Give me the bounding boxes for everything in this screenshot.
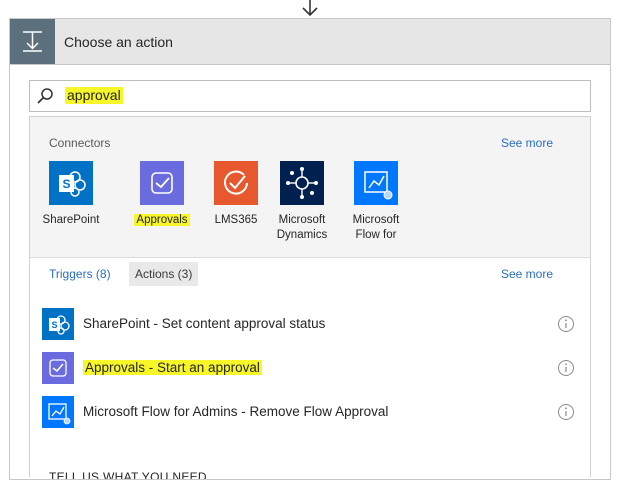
choose-action-card: Choose an action approval Connectors See…	[9, 18, 611, 480]
svg-text:S: S	[51, 320, 57, 330]
down-arrow-icon	[302, 0, 318, 17]
flow-icon	[42, 396, 74, 428]
search-box[interactable]: approval	[29, 80, 591, 112]
info-icon[interactable]	[557, 403, 575, 421]
connector-lms365[interactable]: LMS365	[201, 161, 271, 228]
connector-microsoft-flow-for-admins[interactable]: Microsoft Flow for	[341, 161, 411, 243]
card-title: Choose an action	[64, 34, 173, 50]
tab-actions[interactable]: Actions (3)	[129, 262, 199, 286]
approvals-icon	[140, 161, 184, 205]
connector-label: Microsoft Dynamics	[276, 214, 328, 241]
sharepoint-icon: S	[49, 161, 93, 205]
card-header[interactable]: Choose an action	[10, 19, 610, 65]
connectors-label: Connectors	[49, 136, 111, 150]
info-icon[interactable]	[557, 315, 575, 333]
sharepoint-icon: S	[42, 308, 74, 340]
connector-label: Microsoft Flow for	[352, 214, 400, 241]
action-row[interactable]: S SharePoint - Set content approval stat…	[30, 304, 590, 344]
actions-see-more-link[interactable]: See more	[501, 267, 553, 281]
results-tabs: Triggers (8) Actions (3) See more	[30, 257, 590, 296]
tell-us-link[interactable]: TELL US WHAT YOU NEED	[49, 470, 207, 479]
connector-label: LMS365	[214, 214, 258, 226]
svg-text:S: S	[62, 177, 70, 191]
flow-icon	[354, 161, 398, 205]
info-icon[interactable]	[557, 359, 575, 377]
results-panel: Connectors See more S SharePoint Approva…	[29, 116, 591, 479]
action-row[interactable]: Approvals - Start an approval	[30, 348, 590, 388]
connector-sharepoint[interactable]: S SharePoint	[36, 161, 106, 228]
action-label: Approvals - Start an approval	[83, 360, 262, 375]
tab-triggers[interactable]: Triggers (8)	[49, 267, 111, 281]
action-label: Microsoft Flow for Admins - Remove Flow …	[83, 404, 389, 419]
dynamics-icon	[280, 161, 324, 205]
action-row[interactable]: Microsoft Flow for Admins - Remove Flow …	[30, 392, 590, 432]
action-step-icon	[10, 19, 55, 64]
lms365-icon	[214, 161, 258, 205]
connectors-see-more-link[interactable]: See more	[501, 136, 553, 150]
connectors-section: Connectors See more S SharePoint Approva…	[30, 117, 590, 257]
search-icon	[37, 88, 53, 104]
connector-label: SharePoint	[42, 214, 100, 226]
connector-approvals[interactable]: Approvals	[127, 161, 197, 228]
connector-label: Approvals	[134, 214, 190, 226]
action-label: SharePoint - Set content approval status	[83, 316, 326, 331]
approvals-icon	[42, 352, 74, 384]
search-input[interactable]: approval	[65, 87, 123, 104]
connector-microsoft-dynamics[interactable]: Microsoft Dynamics	[267, 161, 337, 243]
